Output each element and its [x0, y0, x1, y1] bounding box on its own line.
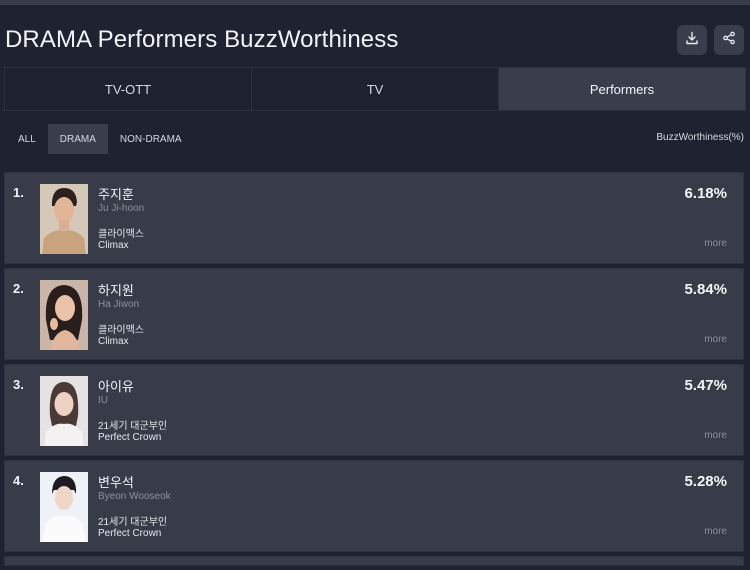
page-title: DRAMA Performers BuzzWorthiness	[5, 26, 399, 53]
performer-photo	[40, 472, 88, 542]
ranking-list: 1. 주지훈 Ju Ji-hoon 클라이맥스 Climax 6.18% mor…	[4, 172, 744, 570]
download-button[interactable]	[677, 25, 707, 55]
show-title: 21세기 대군부인	[98, 421, 168, 432]
buzz-percentage: 6.18%	[684, 185, 727, 202]
show-title-en: Perfect Crown	[98, 432, 162, 443]
share-icon	[722, 31, 736, 50]
performer-name: 주지훈	[98, 187, 134, 202]
performer-name-en: Ju Ji-hoon	[98, 203, 145, 214]
ranking-card[interactable]: 1. 주지훈 Ju Ji-hoon 클라이맥스 Climax 6.18% mor…	[4, 172, 744, 264]
category-tabs: TV-OTT TV Performers	[4, 67, 746, 111]
more-link[interactable]: more	[704, 526, 727, 537]
share-button[interactable]	[714, 25, 744, 55]
tab-tv-ott[interactable]: TV-OTT	[5, 68, 252, 110]
show-title: 21세기 대군부인	[98, 517, 168, 528]
performer-name: 하지원	[98, 283, 134, 298]
show-title-en: Climax	[98, 336, 129, 347]
show-title: 클라이맥스	[98, 325, 144, 336]
rank-number: 2.	[13, 281, 24, 296]
buzz-percentage: 5.28%	[684, 473, 727, 490]
more-link[interactable]: more	[704, 238, 727, 249]
performer-name-en: Ha Jiwon	[98, 299, 140, 310]
show-title-en: Perfect Crown	[98, 528, 162, 539]
rank-number: 3.	[13, 377, 24, 392]
filter-all[interactable]: ALL	[6, 124, 48, 154]
tab-performers[interactable]: Performers	[499, 68, 745, 110]
top-divider	[0, 0, 750, 5]
more-link[interactable]: more	[704, 334, 727, 345]
performer-name: 아이유	[98, 379, 134, 394]
ranking-card-partial[interactable]	[4, 556, 744, 566]
download-icon	[685, 31, 699, 50]
more-link[interactable]: more	[704, 430, 727, 441]
performer-name: 변우석	[98, 475, 134, 490]
genre-filters: ALL DRAMA NON-DRAMA	[6, 124, 194, 154]
rank-number: 1.	[13, 185, 24, 200]
filter-non-drama[interactable]: NON-DRAMA	[108, 124, 194, 154]
show-title: 클라이맥스	[98, 229, 144, 240]
performer-photo	[40, 376, 88, 446]
performer-name-en: IU	[98, 395, 108, 406]
buzz-percentage: 5.47%	[684, 377, 727, 394]
tab-tv[interactable]: TV	[252, 68, 499, 110]
buzz-percentage: 5.84%	[684, 281, 727, 298]
performer-name-en: Byeon Wooseok	[98, 491, 171, 502]
performer-photo	[40, 184, 88, 254]
metric-label: BuzzWorthiness(%)	[656, 132, 744, 143]
performer-photo	[40, 280, 88, 350]
filter-drama[interactable]: DRAMA	[47, 124, 108, 154]
ranking-card[interactable]: 4. 변우석 Byeon Wooseok 21세기 대군부인 Perfect C…	[4, 460, 744, 552]
rank-number: 4.	[13, 473, 24, 488]
show-title-en: Climax	[98, 240, 129, 251]
ranking-card[interactable]: 3. 아이유 IU 21세기 대군부인 Perfect Crown 5.47% …	[4, 364, 744, 456]
ranking-card[interactable]: 2. 하지원 Ha Jiwon 클라이맥스 Climax 5.84% more	[4, 268, 744, 360]
